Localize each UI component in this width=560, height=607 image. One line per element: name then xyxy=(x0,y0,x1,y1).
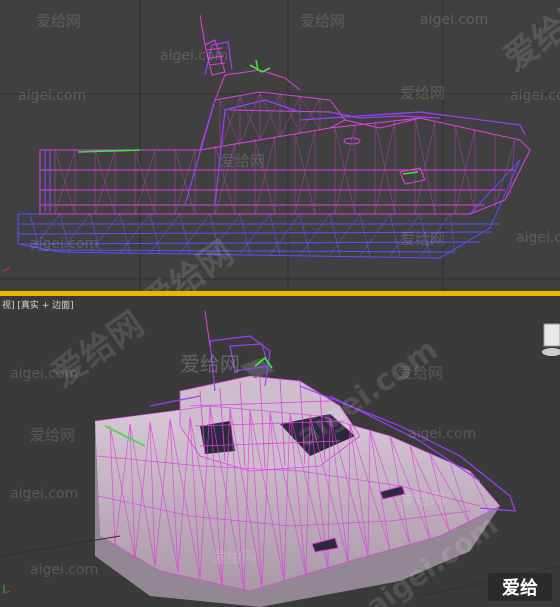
viewport-perspective[interactable]: 视] [真实 + 边面] 爱给网 aigei.com 爱给网 爱给网 aigei… xyxy=(0,296,560,607)
brand-logo: 爱给 xyxy=(488,573,552,601)
view-cube-icon[interactable] xyxy=(538,320,560,358)
boat-wireframe-perspective xyxy=(0,310,560,607)
axis-tripod-icon xyxy=(2,267,11,272)
axis-tripod-icon xyxy=(3,585,11,594)
viewport-label[interactable]: 视] [真实 + 边面] xyxy=(2,298,74,311)
viewport-side[interactable]: 爱给网 爱给网 aigei.com aigei.com aigei.com 爱给… xyxy=(0,0,560,291)
boat-wireframe-side xyxy=(0,0,560,291)
